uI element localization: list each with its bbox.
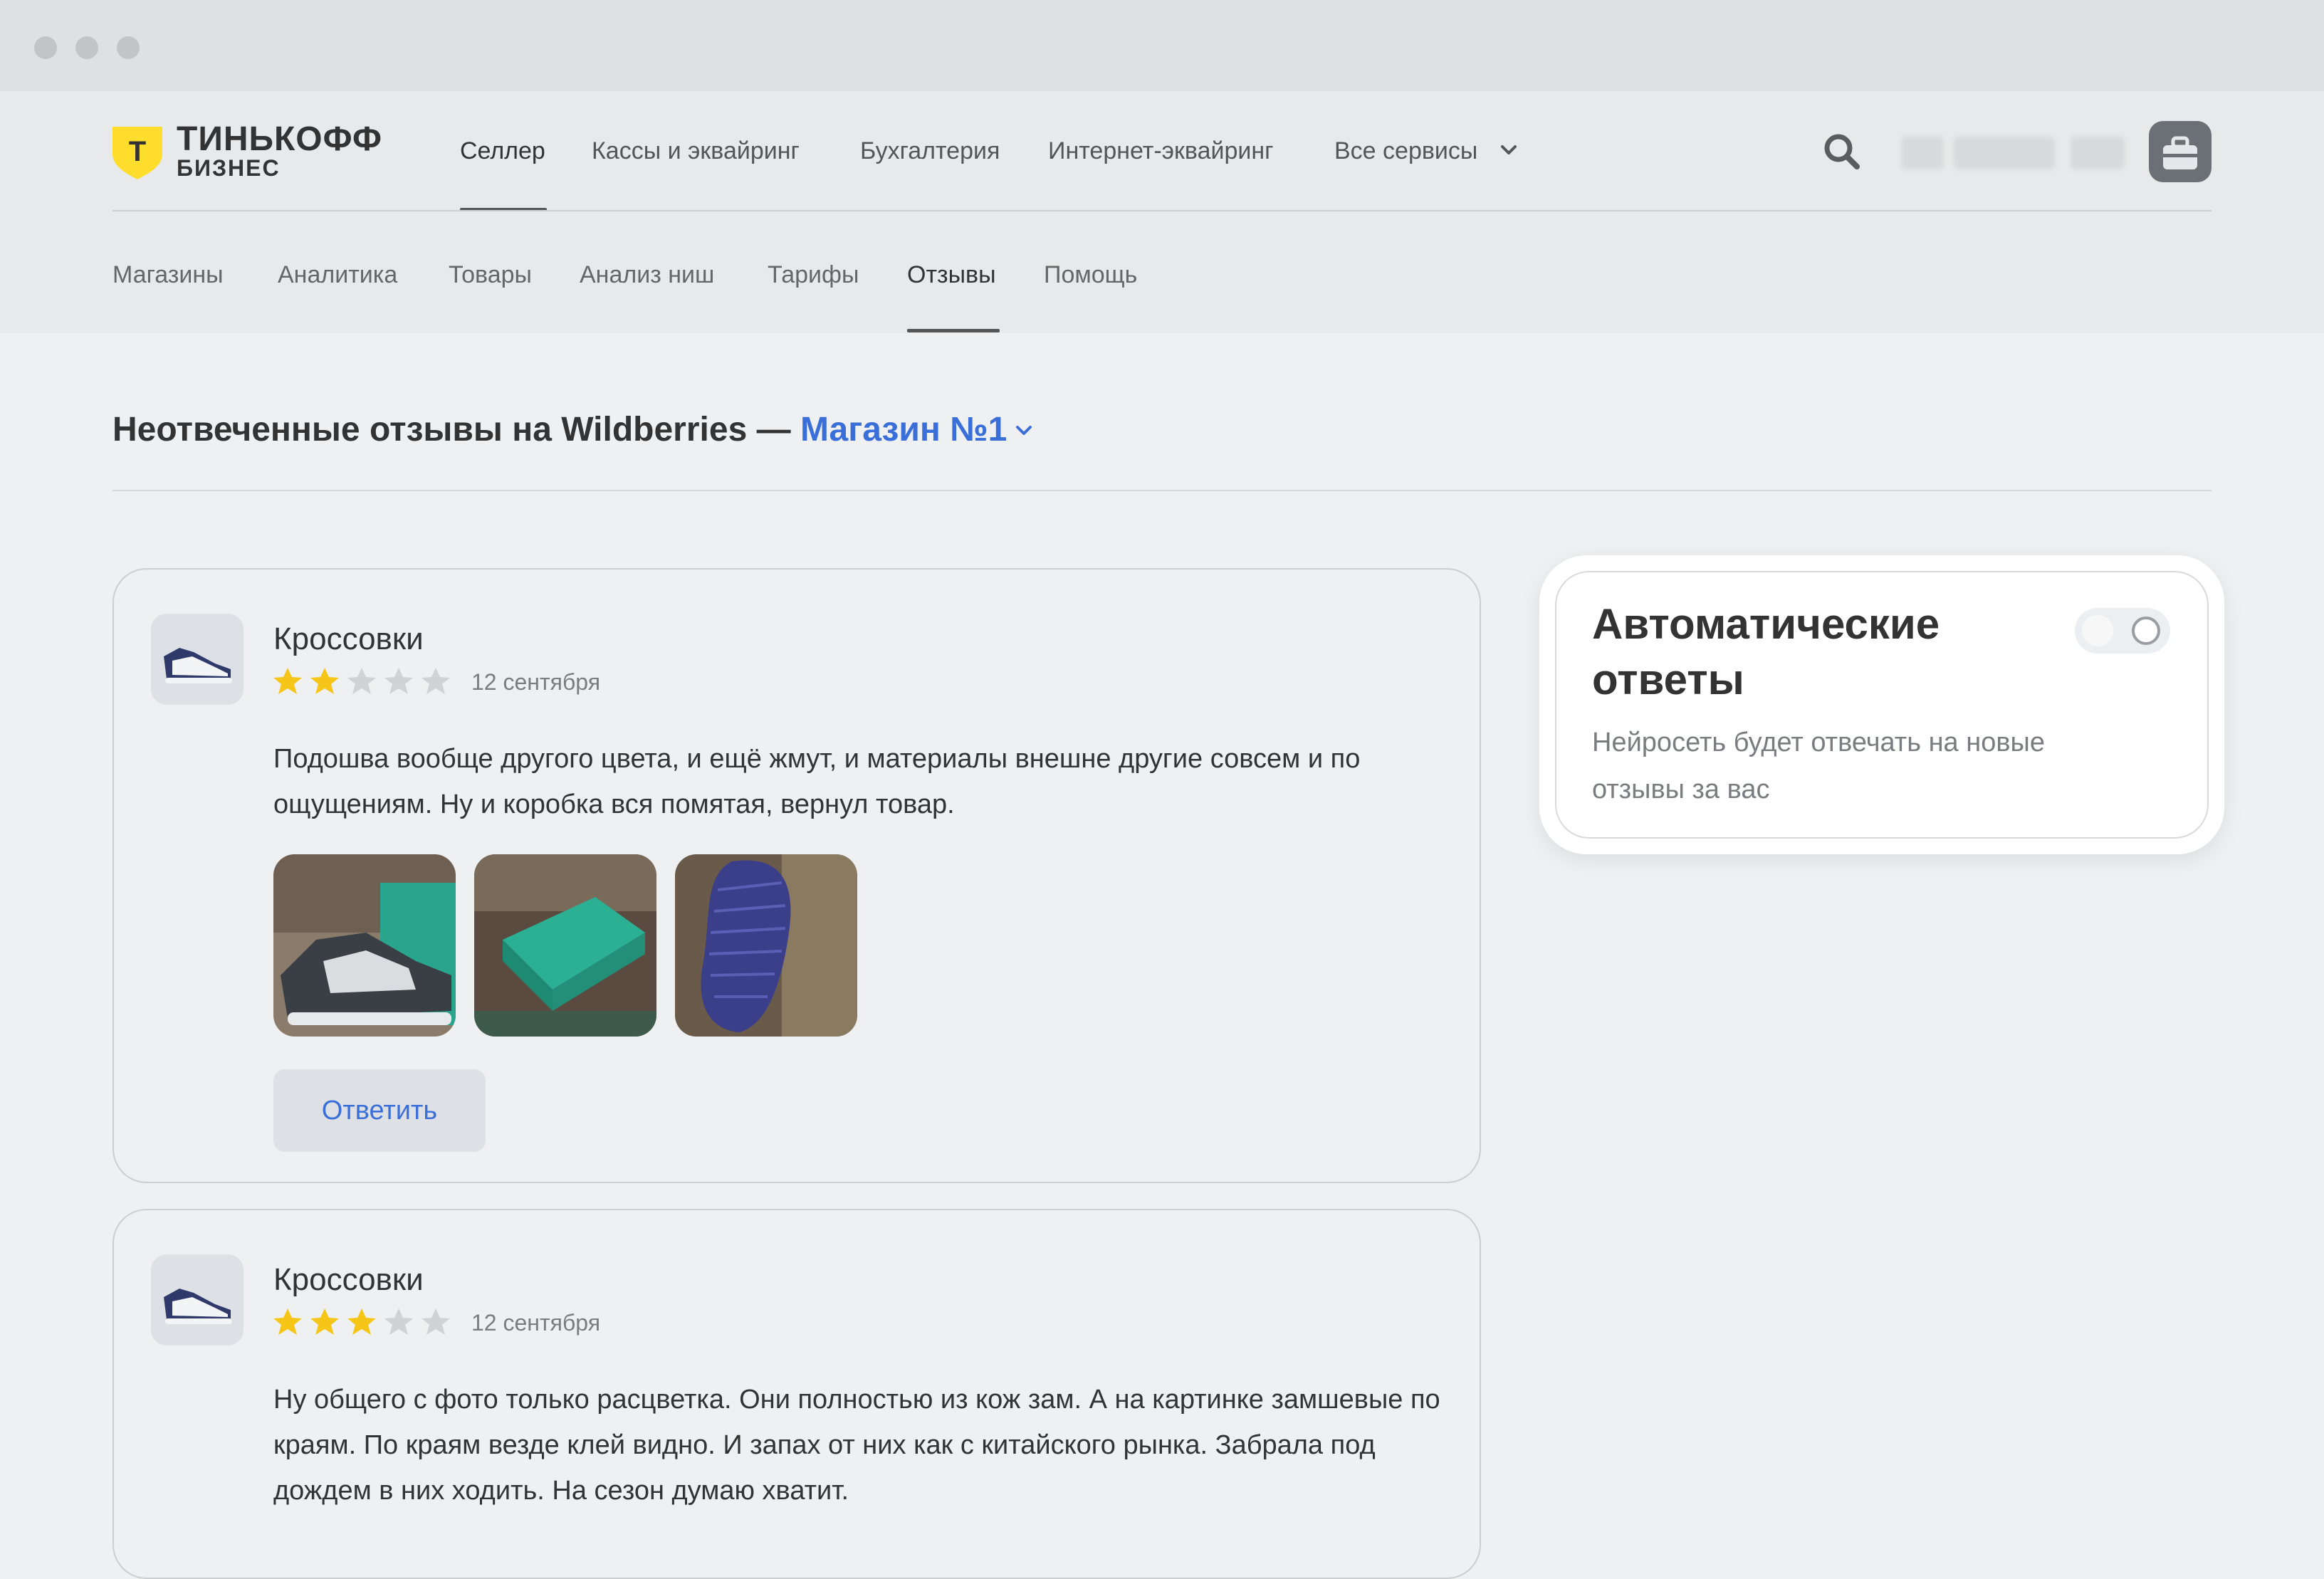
header-divider — [112, 210, 2212, 211]
review-text: Подошва вообще другого цвета, и ещё жмут… — [273, 744, 1361, 819]
product-name: Кроссовки — [273, 1262, 424, 1297]
page-title-text: Неотвеченные отзывы на Wildberries — — [112, 411, 800, 448]
sub-nav-tariffs[interactable]: Тарифы — [768, 259, 859, 290]
review-photo-sneaker[interactable] — [273, 854, 456, 1037]
auto-replies-description: Нейросеть будет отвечать на новые отзывы… — [1592, 728, 2045, 804]
page-title: Неотвеченные отзывы на Wildberries — Маг… — [112, 407, 1007, 453]
title-divider — [112, 490, 2212, 491]
sneaker-photo-image — [273, 854, 456, 1037]
top-nav-internet-acquiring[interactable]: Интернет-эквайринг — [1048, 135, 1274, 167]
briefcase-icon — [2163, 136, 2197, 169]
search-icon[interactable] — [1821, 131, 1861, 171]
chevron-down-icon[interactable] — [1499, 142, 1518, 158]
review-card: Кроссовки 12 сентября Ну общего с фото т… — [112, 1209, 1481, 1579]
store-selector[interactable]: Магазин №1 — [800, 411, 1007, 448]
auto-replies-title: Автоматические ответы — [1592, 600, 1940, 703]
rating-stars — [273, 668, 450, 694]
window-maximize-button[interactable] — [117, 36, 140, 59]
brand-badge-letter: T — [129, 136, 146, 167]
sole-photo-image — [675, 854, 857, 1037]
review-photo-sole[interactable] — [675, 854, 857, 1037]
reply-button[interactable]: Ответить — [273, 1069, 486, 1152]
review-text: Ну общего с фото только расцветка. Они п… — [273, 1385, 1440, 1506]
top-nav-all-services[interactable]: Все сервисы — [1334, 135, 1477, 167]
brand-logo-icon[interactable]: T — [112, 127, 162, 179]
sub-nav-active-indicator — [907, 329, 1000, 332]
auto-replies-toggle[interactable] — [2075, 608, 2170, 654]
rating-stars — [273, 1308, 450, 1335]
sub-nav-reviews[interactable]: Отзывы — [907, 259, 996, 290]
shoebox-photo-image — [474, 854, 656, 1037]
chevron-down-icon[interactable] — [1014, 423, 1034, 439]
product-thumbnail — [151, 1254, 244, 1345]
brand-subname: БИЗНЕС — [177, 155, 281, 181]
review-card: Кроссовки 12 сентября Подошва вообще дру… — [112, 568, 1481, 1183]
account-info-blurred — [1954, 137, 2055, 169]
top-nav-accounting[interactable]: Бухгалтерия — [860, 135, 1000, 167]
window-close-button[interactable] — [34, 36, 57, 59]
window-titlebar — [0, 0, 2324, 91]
top-nav-cash-registers[interactable]: Кассы и эквайринг — [592, 135, 800, 167]
sub-nav-analytics[interactable]: Аналитика — [278, 259, 397, 290]
account-info-blurred — [2071, 137, 2125, 169]
review-photo-shoebox[interactable] — [474, 854, 656, 1037]
sub-nav-niche-analysis[interactable]: Анализ ниш — [580, 259, 714, 290]
review-date: 12 сентября — [471, 669, 601, 695]
product-thumbnail — [151, 614, 244, 705]
sub-nav-shops[interactable]: Магазины — [112, 259, 224, 290]
review-date: 12 сентября — [471, 1310, 601, 1336]
top-nav-seller[interactable]: Селлер — [460, 135, 545, 167]
toggle-track-dot — [2082, 615, 2113, 646]
sub-nav-help[interactable]: Помощь — [1044, 259, 1137, 290]
toggle-knob — [2132, 617, 2160, 645]
sneaker-icon — [164, 1289, 232, 1324]
sneaker-icon — [164, 648, 232, 683]
account-info-blurred — [1901, 137, 1944, 169]
sub-nav-products[interactable]: Товары — [449, 259, 532, 290]
profile-avatar[interactable] — [2149, 121, 2212, 182]
product-name: Кроссовки — [273, 621, 424, 656]
window-minimize-button[interactable] — [75, 36, 98, 59]
